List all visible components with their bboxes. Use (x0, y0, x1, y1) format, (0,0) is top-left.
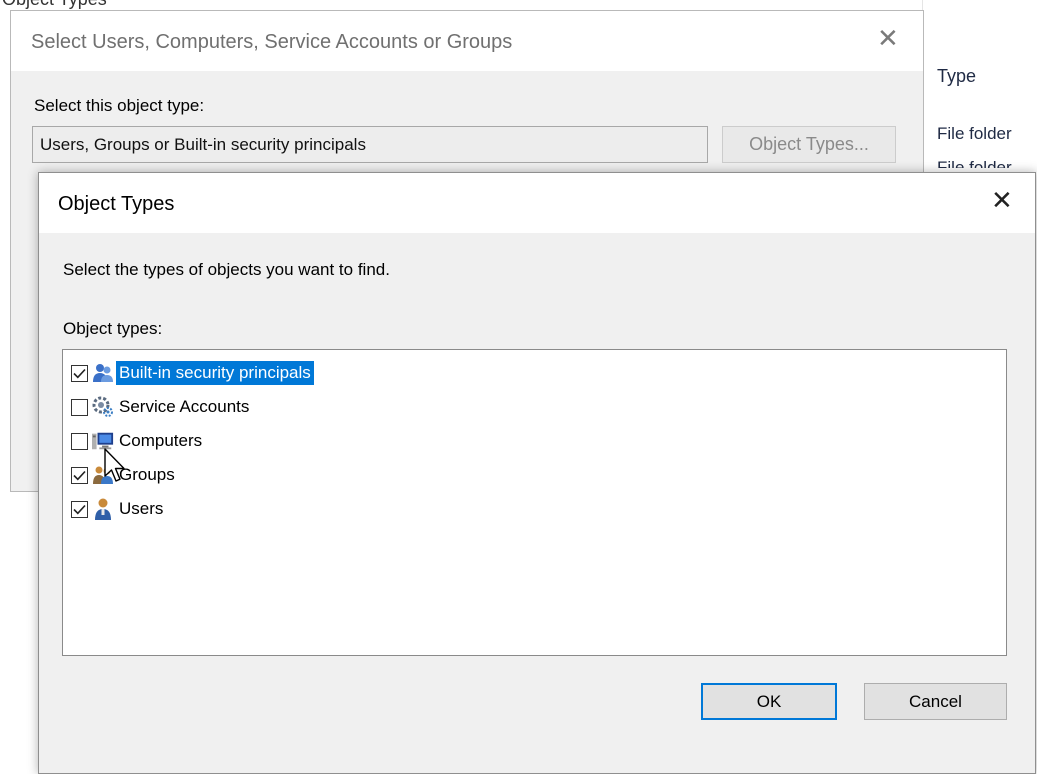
list-item-label: Service Accounts (119, 397, 250, 416)
list-item-users[interactable]: Users (71, 496, 166, 522)
checkmark-icon (73, 504, 86, 514)
close-icon[interactable]: ✕ (991, 185, 1013, 216)
list-item-label: Users (119, 499, 164, 518)
computer-icon (92, 430, 114, 452)
list-item-label: Computers (119, 431, 203, 450)
list-item-label: Groups (119, 465, 175, 484)
object-type-label: Select this object type: (34, 96, 205, 115)
checkbox[interactable] (71, 466, 88, 484)
cancel-button[interactable]: Cancel (864, 683, 1007, 720)
security-principals-icon (92, 362, 114, 384)
checkmark-icon (73, 470, 86, 480)
close-icon[interactable]: ✕ (877, 23, 899, 54)
object-types-list[interactable]: Built-in security principals Service Acc… (62, 349, 1007, 656)
type-cell: File folder (937, 158, 1012, 168)
checkbox[interactable] (71, 432, 88, 450)
cropped-caption-text: Object Types (2, 0, 107, 10)
object-type-field: Users, Groups or Built-in security princ… (32, 126, 708, 163)
dialog-prompt: Select the types of objects you want to … (63, 260, 390, 279)
type-cell: File folder (937, 124, 1012, 143)
object-types-dialog: Object Types ✕ Select the types of objec… (38, 172, 1036, 774)
object-types-label: Object types: (63, 319, 163, 338)
group-icon (92, 464, 114, 486)
checkbox[interactable] (71, 398, 88, 416)
user-icon (92, 498, 114, 520)
list-item-builtin-security-principals[interactable]: Built-in security principals (71, 360, 314, 386)
checkbox[interactable] (71, 364, 88, 382)
checkbox[interactable] (71, 500, 88, 518)
object-types-button[interactable]: Object Types... (722, 126, 896, 163)
type-column-header[interactable]: Type (937, 66, 976, 87)
list-item-service-accounts[interactable]: Service Accounts (71, 394, 252, 420)
service-account-icon (92, 396, 114, 418)
dialog-title-bar: Select Users, Computers, Service Account… (11, 11, 923, 71)
list-item-label: Built-in security principals (116, 361, 314, 385)
list-item-groups[interactable]: Groups (71, 462, 178, 488)
list-item-computers[interactable]: Computers (71, 428, 205, 454)
checkmark-icon (73, 368, 86, 378)
dialog-title-bar: Object Types ✕ (39, 173, 1035, 233)
ok-button[interactable]: OK (701, 683, 837, 720)
dialog-title: Object Types (58, 193, 175, 215)
dialog-title: Select Users, Computers, Service Account… (31, 31, 513, 53)
